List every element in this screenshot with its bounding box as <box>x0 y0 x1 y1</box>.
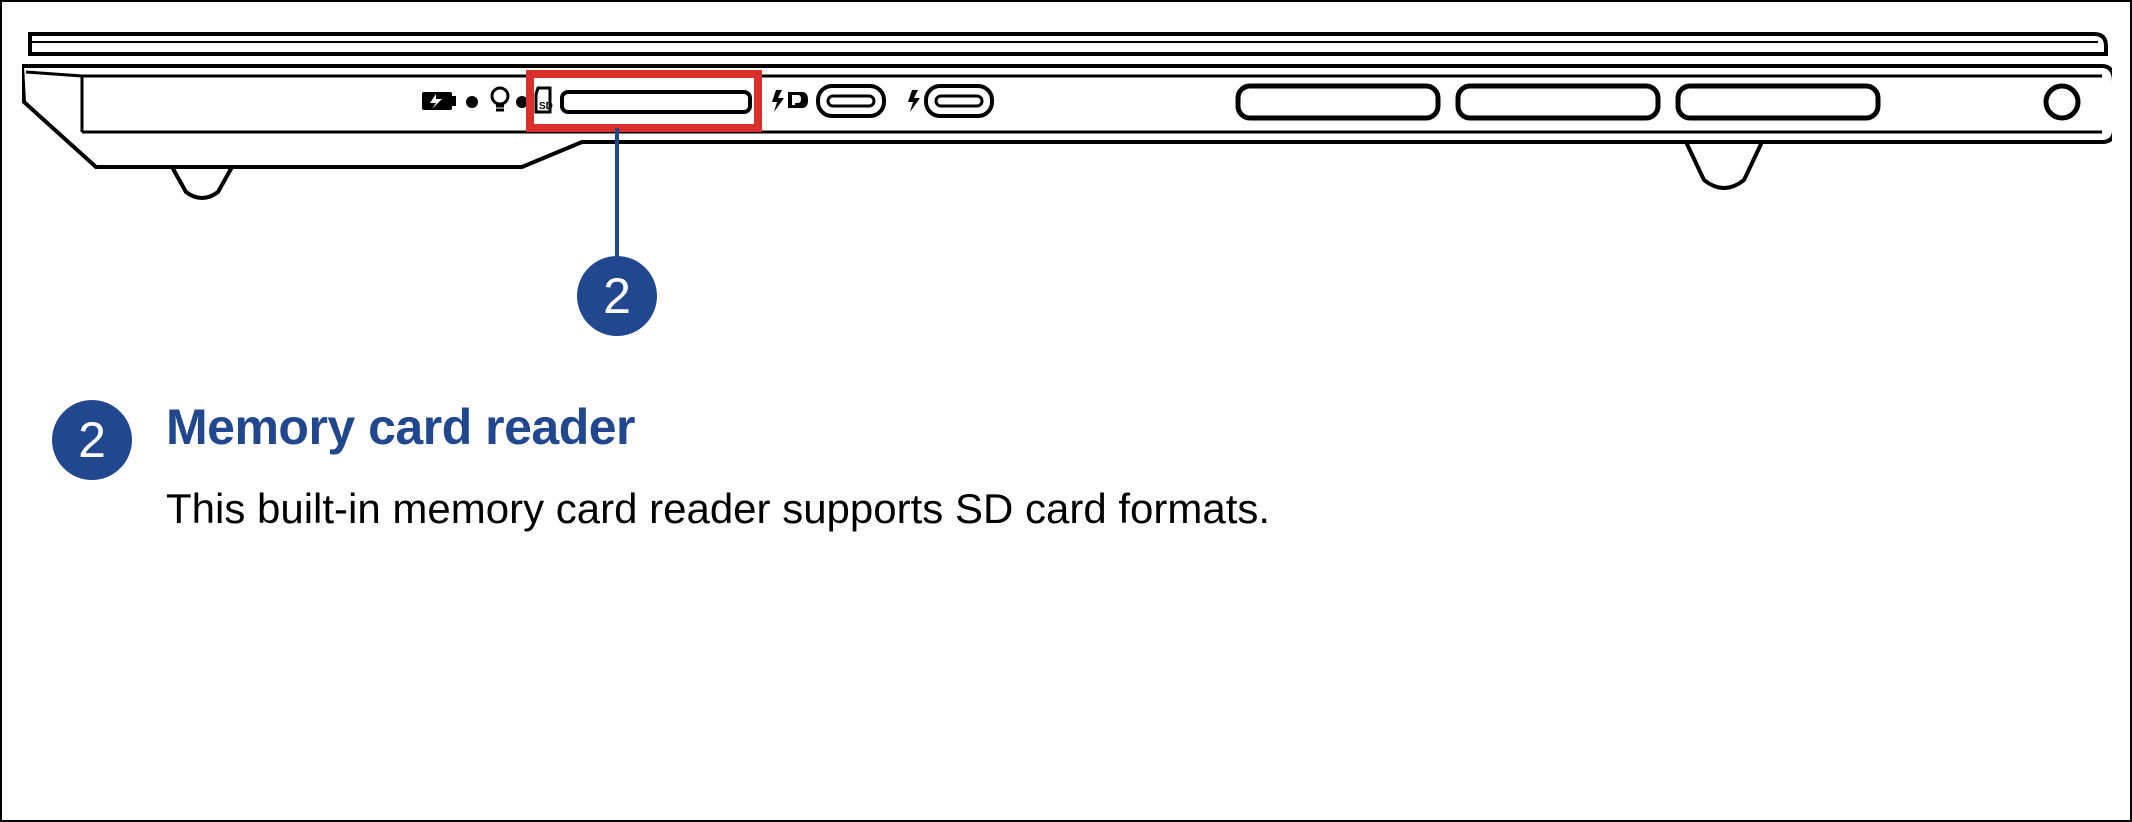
page-container: SD <box>0 0 2132 822</box>
sd-icon-label: SD <box>539 101 553 112</box>
description-block: 2 Memory card reader This built-in memor… <box>52 400 1270 536</box>
callout-number-top: 2 <box>603 267 631 325</box>
laptop-side-svg: SD <box>22 32 2112 332</box>
callout-number-desc: 2 <box>78 411 106 469</box>
laptop-side-diagram: SD <box>22 32 2112 332</box>
description-body: This built-in memory card reader support… <box>166 483 1270 536</box>
description-text: Memory card reader This built-in memory … <box>166 400 1270 536</box>
callout-badge-diagram: 2 <box>577 256 657 336</box>
callout-badge-description: 2 <box>52 400 132 480</box>
description-title: Memory card reader <box>166 400 1270 455</box>
